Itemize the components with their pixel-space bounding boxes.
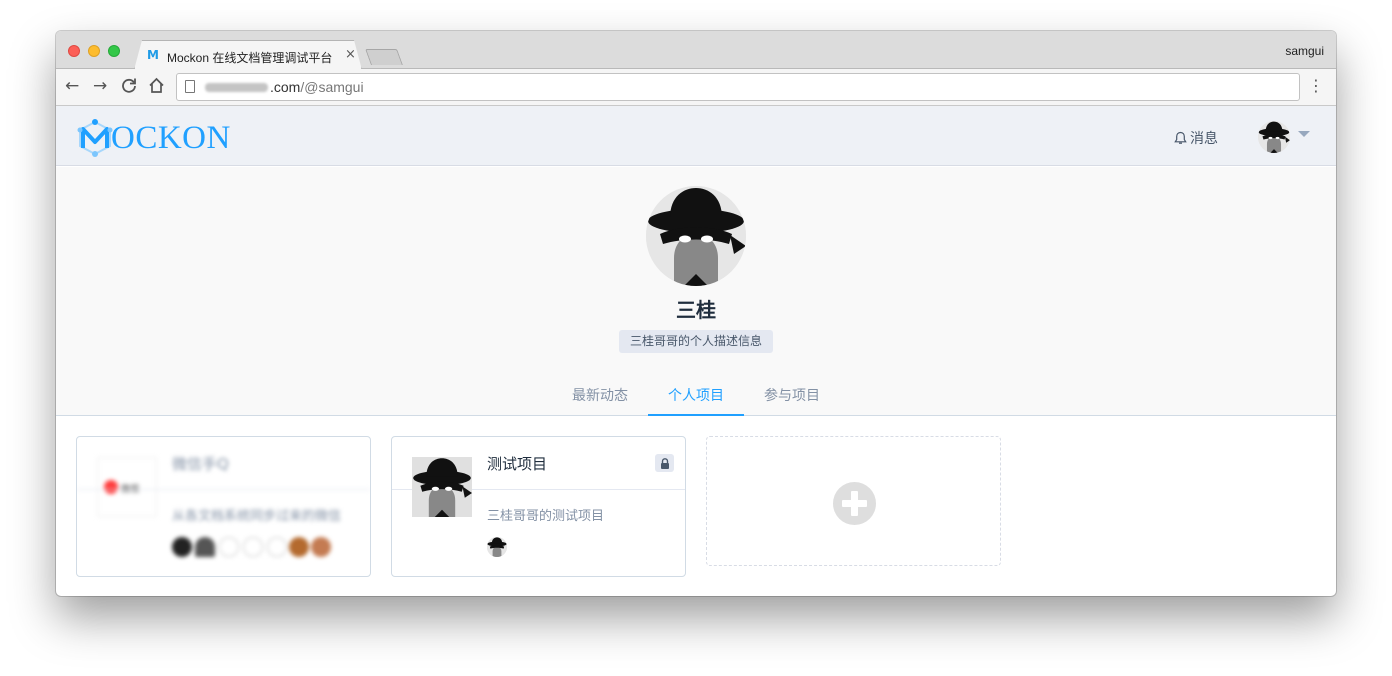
project-logo: 微视 [97, 457, 157, 517]
member-avatar [243, 537, 263, 557]
url-path: /@samgui [300, 79, 364, 95]
member-avatar [219, 537, 239, 557]
weishi-logo-icon [104, 480, 118, 494]
project-card[interactable]: 微视 微信手Q 从各文档系统同步过来的微信 [76, 436, 371, 577]
url-domain-redacted [205, 83, 268, 92]
minimize-window-button[interactable] [88, 45, 100, 57]
masked-user-avatar-icon [646, 186, 746, 286]
browser-menu-icon[interactable]: ⋮ [1308, 77, 1324, 95]
reload-icon[interactable] [121, 77, 137, 97]
member-avatar [195, 537, 215, 557]
profile-tabs: 最新动态 个人项目 参与项目 [56, 381, 1336, 416]
mockon-favicon-icon: M [147, 48, 159, 62]
tab-personal-projects[interactable]: 个人项目 [648, 381, 744, 416]
profile-section: 三桂 三桂哥哥的个人描述信息 最新动态 个人项目 参与项目 [56, 167, 1336, 416]
tab-title: Mockon 在线文档管理调试平台 [167, 51, 333, 65]
maximize-window-button[interactable] [108, 45, 120, 57]
avatar[interactable] [1258, 121, 1290, 153]
card-divider [77, 489, 370, 490]
member-avatar [172, 537, 192, 557]
reload-icon-svg [122, 78, 136, 93]
member-avatar [311, 537, 331, 557]
home-icon[interactable] [148, 77, 165, 98]
title-bar: M Mockon 在线文档管理调试平台 × samgui [56, 31, 1336, 70]
project-description: 从各文档系统同步过来的微信 [172, 509, 342, 524]
mockon-logo-icon [77, 119, 113, 157]
page-icon [185, 80, 195, 93]
plus-circle-icon [833, 482, 876, 525]
project-card[interactable]: 测试项目 三桂哥哥的测试项目 [391, 436, 686, 577]
lock-icon-svg [660, 457, 669, 469]
mockon-logo[interactable]: OCKON [75, 119, 231, 157]
tab-close-icon[interactable]: × [345, 47, 356, 62]
browser-toolbar: ← → .com/@samgui ⋮ [56, 69, 1336, 106]
notifications-link[interactable]: 消息 [1174, 128, 1218, 148]
new-tab-button[interactable] [365, 49, 403, 65]
notice-label: 消息 [1190, 131, 1218, 147]
browser-tab[interactable]: M Mockon 在线文档管理调试平台 × [134, 40, 362, 70]
bell-icon [1174, 131, 1187, 144]
close-window-button[interactable] [68, 45, 80, 57]
forward-arrow-icon[interactable]: → [93, 77, 107, 95]
profile-username: 三桂 [676, 298, 716, 322]
url-domain-suffix: .com [270, 79, 301, 95]
profile-description-tag: 三桂哥哥的个人描述信息 [619, 330, 773, 353]
project-description: 三桂哥哥的测试项目 [487, 509, 605, 524]
masked-user-avatar-icon [487, 537, 507, 557]
url-text: .com/@samgui [270, 79, 364, 95]
project-logo [412, 457, 472, 517]
profile-avatar [646, 186, 746, 286]
app-header: OCKON 消息 [56, 106, 1336, 166]
member-avatar [289, 537, 309, 557]
home-icon-svg [149, 77, 164, 93]
member-avatar [267, 537, 287, 557]
add-project-card[interactable] [706, 436, 1001, 566]
address-bar[interactable]: .com/@samgui [176, 73, 1300, 101]
logo-text: OCKON [111, 120, 231, 156]
back-arrow-icon[interactable]: ← [65, 77, 79, 95]
browser-window: M Mockon 在线文档管理调试平台 × samgui ← → .com/@s… [56, 31, 1336, 596]
browser-profile-name[interactable]: samgui [1285, 44, 1324, 58]
member-avatar [487, 537, 507, 557]
tab-joined-projects[interactable]: 参与项目 [752, 381, 832, 416]
lock-icon [655, 454, 674, 472]
masked-user-avatar-icon [412, 457, 472, 517]
caret-down-icon[interactable] [1298, 131, 1310, 137]
masked-user-avatar-icon [1258, 121, 1290, 153]
project-title: 微信手Q [172, 455, 229, 473]
project-title: 测试项目 [487, 455, 548, 473]
tab-latest-activity[interactable]: 最新动态 [560, 381, 640, 416]
